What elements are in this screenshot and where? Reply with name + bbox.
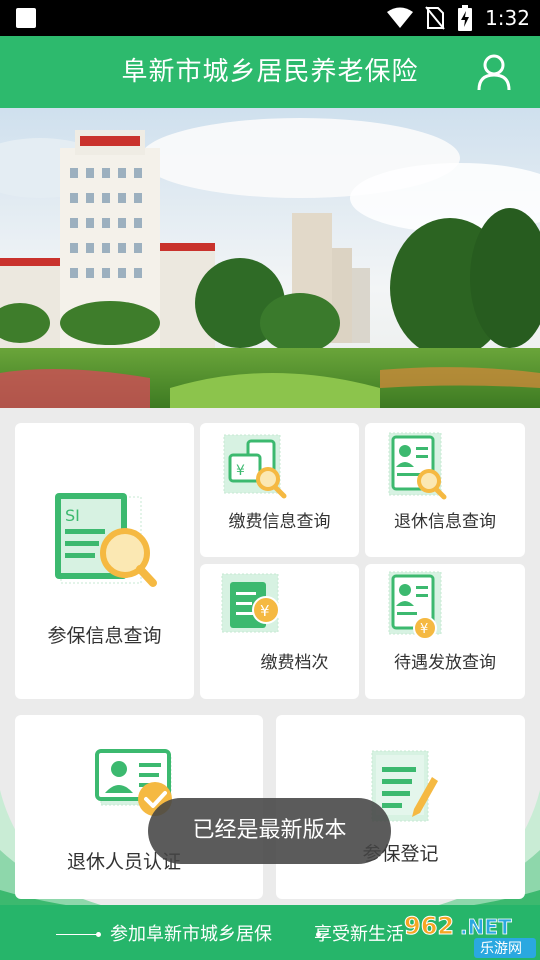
no-sim-icon [425,6,445,30]
page-title: 阜新市城乡居民养老保险 [121,57,419,87]
user-profile-button[interactable] [474,52,514,92]
retire-info-query-label: 退休信息查询 [394,512,496,532]
svg-text:962: 962 [404,912,454,940]
site-watermark-logo: 962 .NET 乐游网 [404,912,536,958]
wifi-icon [387,7,414,28]
notification-square-icon [16,8,36,28]
svg-text:.NET: .NET [460,915,512,939]
svg-text:¥: ¥ [420,622,428,637]
svg-text:¥: ¥ [260,602,270,620]
svg-text:SI: SI [65,506,80,525]
payment-info-query-label: 缴费信息查询 [228,512,331,532]
benefit-payment-query-card[interactable]: ¥ 待遇发放查询 [365,564,525,699]
slogan-part1: 参加阜新市城乡居保 [110,924,272,945]
insurance-info-query-card[interactable]: SI 参保信息查询 [15,423,194,699]
payment-search-icon: ¥ [223,434,287,499]
banner-image [0,108,540,408]
toast-message: 已经是最新版本 [148,798,391,864]
benefit-payment-query-label: 待遇发放查询 [394,653,496,673]
svg-text:¥: ¥ [236,463,245,479]
slogan-part2: 享受新生活 [314,924,404,945]
user-icon [477,54,511,91]
payment-level-label: 缴费档次 [260,653,329,673]
payment-info-query-card[interactable]: ¥ 缴费信息查询 [200,423,359,557]
payment-level-card[interactable]: ¥ 缴费档次 [200,564,359,699]
status-time: 1:32 [485,6,530,30]
app-header: 阜新市城乡居民养老保险 [0,36,540,108]
retire-info-query-card[interactable]: 退休信息查询 [365,423,525,557]
status-bar: 1:32 [0,0,540,36]
city-building-park-photo [0,108,540,408]
si-document-search-icon: SI [55,493,157,587]
svg-text:乐游网: 乐游网 [480,941,522,957]
insurance-info-query-label: 参保信息查询 [47,625,162,647]
benefit-id-coin-icon: ¥ [388,571,442,640]
retire-id-search-icon [388,432,447,500]
status-icons: 1:32 [387,4,530,32]
battery-charging-icon [458,5,473,31]
payment-level-icon: ¥ [221,573,280,633]
